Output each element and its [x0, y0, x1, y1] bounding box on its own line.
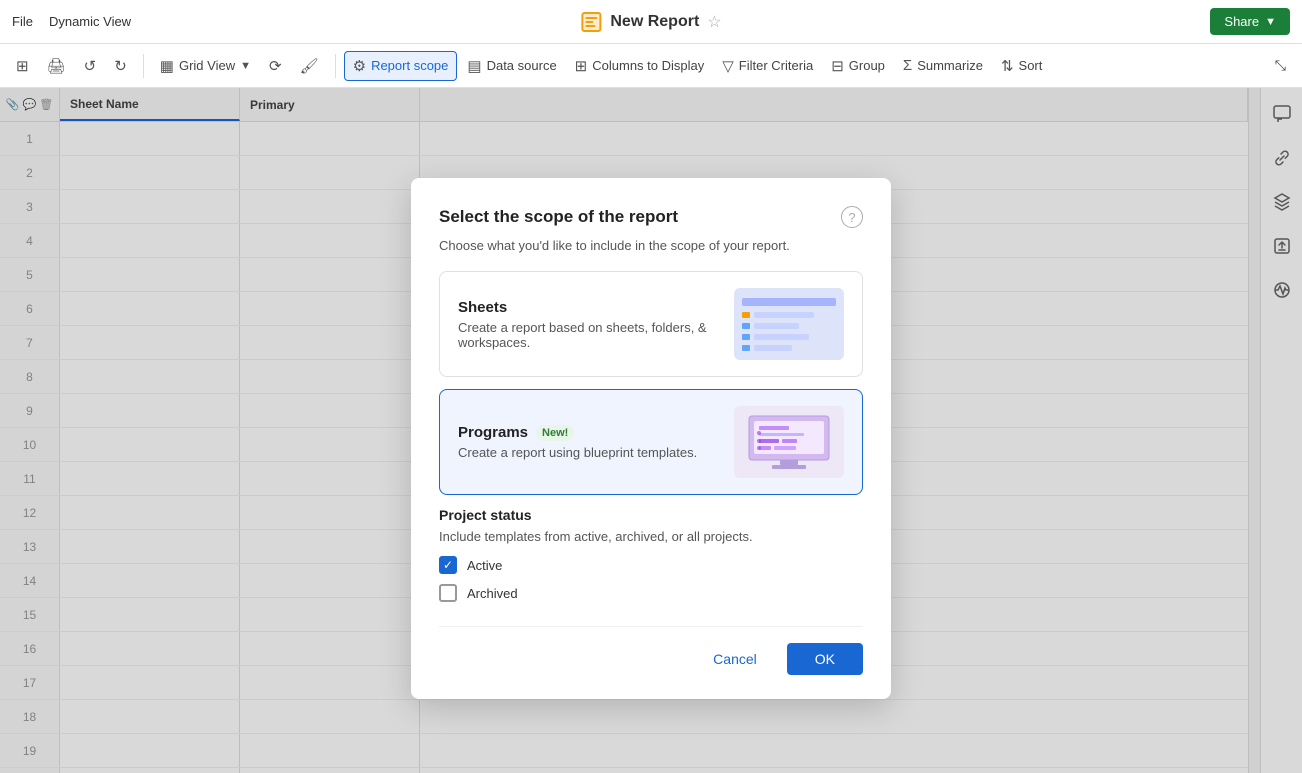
sheets-option-text: Sheets Create a report based on sheets, …: [458, 299, 718, 350]
header-right: Share ▼: [1210, 8, 1290, 35]
refresh-button[interactable]: ⟳: [261, 52, 290, 80]
grid-view-icon-2: ▦: [160, 57, 174, 75]
header-left: File Dynamic View: [12, 14, 131, 29]
header-center: New Report ☆: [580, 11, 721, 33]
share-label: Share: [1224, 14, 1259, 29]
expand-icon: ⤡: [1275, 57, 1286, 74]
sheets-option-desc: Create a report based on sheets, folders…: [458, 320, 718, 350]
data-source-button[interactable]: ▤ Data source: [459, 52, 564, 80]
grid-icon-button[interactable]: ⊞: [8, 52, 37, 80]
archived-checkbox-row: Archived: [439, 584, 863, 602]
group-icon: ⊟: [831, 57, 844, 75]
project-status-section: Project status Include templates from ac…: [439, 507, 863, 602]
programs-option-card[interactable]: Programs New! Create a report using blue…: [439, 389, 863, 495]
sort-icon: ⇅: [1001, 57, 1014, 75]
programs-option-desc: Create a report using blueprint template…: [458, 445, 718, 460]
active-label: Active: [467, 558, 502, 573]
new-badge: New!: [536, 425, 574, 441]
filter-icon: ▽: [722, 57, 734, 75]
modal-footer: Cancel OK: [439, 626, 863, 675]
modal-title: Select the scope of the report: [439, 207, 678, 227]
summarize-icon: Σ: [903, 57, 912, 74]
grid-view-label: Grid View: [179, 58, 235, 73]
grid-view-button[interactable]: ▦ Grid View ▼: [152, 52, 259, 80]
modal-subtitle: Choose what you'd like to include in the…: [439, 238, 863, 253]
report-icon: [580, 11, 602, 33]
sheets-option-name: Sheets: [458, 299, 718, 316]
programs-illustration: [734, 406, 844, 478]
redo-button[interactable]: ↻: [106, 52, 135, 80]
report-scope-modal: Select the scope of the report ? Choose …: [411, 178, 891, 699]
toolbar-sep-2: [335, 54, 336, 78]
report-scope-icon: ⚙: [353, 57, 366, 75]
report-scope-button[interactable]: ⚙ Report scope: [344, 51, 458, 81]
summarize-label: Summarize: [917, 58, 983, 73]
page-title: New Report: [610, 13, 699, 31]
report-scope-label: Report scope: [371, 58, 448, 73]
favorite-icon[interactable]: ☆: [707, 12, 721, 32]
undo-icon: ↺: [84, 57, 97, 75]
paint-button[interactable]: 🖌: [292, 52, 327, 80]
group-button[interactable]: ⊟ Group: [823, 52, 893, 80]
programs-option-name: Programs New!: [458, 424, 718, 441]
sheets-illustration: [734, 288, 844, 360]
data-source-label: Data source: [487, 58, 557, 73]
grid-view-icon: ⊞: [16, 57, 29, 75]
filter-criteria-button[interactable]: ▽ Filter Criteria: [714, 52, 821, 80]
file-menu[interactable]: File: [12, 14, 33, 29]
active-checkbox[interactable]: ✓: [439, 556, 457, 574]
toolbar: ⊞ 🖨 ↺ ↻ ▦ Grid View ▼ ⟳ 🖌 ⚙ Report scope…: [0, 44, 1302, 88]
print-button[interactable]: 🖨: [39, 52, 74, 80]
dynamic-view-menu[interactable]: Dynamic View: [49, 14, 131, 29]
cancel-button[interactable]: Cancel: [693, 643, 777, 675]
columns-display-button[interactable]: ⊞ Columns to Display: [567, 52, 713, 80]
modal-overlay: Select the scope of the report ? Choose …: [0, 88, 1302, 773]
project-status-title: Project status: [439, 507, 863, 523]
group-label: Group: [849, 58, 885, 73]
archived-label: Archived: [467, 586, 518, 601]
summarize-button[interactable]: Σ Summarize: [895, 52, 991, 79]
grid-view-chevron: ▼: [240, 60, 251, 72]
data-source-icon: ▤: [467, 57, 481, 75]
share-button[interactable]: Share ▼: [1210, 8, 1290, 35]
app-header: File Dynamic View New Report ☆ Share ▼: [0, 0, 1302, 44]
programs-option-text: Programs New! Create a report using blue…: [458, 424, 718, 460]
sort-button[interactable]: ⇅ Sort: [993, 52, 1050, 80]
project-status-desc: Include templates from active, archived,…: [439, 529, 863, 544]
redo-icon: ↻: [114, 57, 127, 75]
undo-button[interactable]: ↺: [76, 52, 105, 80]
columns-display-label: Columns to Display: [592, 58, 704, 73]
main-content: 📎 💬 🗑 Sheet Name Primary 1 2: [0, 88, 1302, 773]
expand-button[interactable]: ⤡: [1267, 52, 1294, 79]
archived-checkbox[interactable]: [439, 584, 457, 602]
ok-button[interactable]: OK: [787, 643, 863, 675]
refresh-icon: ⟳: [269, 57, 282, 75]
paint-icon: 🖌: [300, 57, 319, 75]
share-chevron-icon: ▼: [1265, 16, 1276, 28]
modal-header: Select the scope of the report ?: [439, 206, 863, 228]
sheets-option-card[interactable]: Sheets Create a report based on sheets, …: [439, 271, 863, 377]
toolbar-sep-1: [143, 54, 144, 78]
filter-criteria-label: Filter Criteria: [739, 58, 813, 73]
help-icon[interactable]: ?: [841, 206, 863, 228]
active-checkbox-row: ✓ Active: [439, 556, 863, 574]
active-check-icon: ✓: [443, 558, 453, 572]
columns-icon: ⊞: [575, 57, 588, 75]
print-icon: 🖨: [47, 57, 66, 75]
sort-label: Sort: [1019, 58, 1043, 73]
